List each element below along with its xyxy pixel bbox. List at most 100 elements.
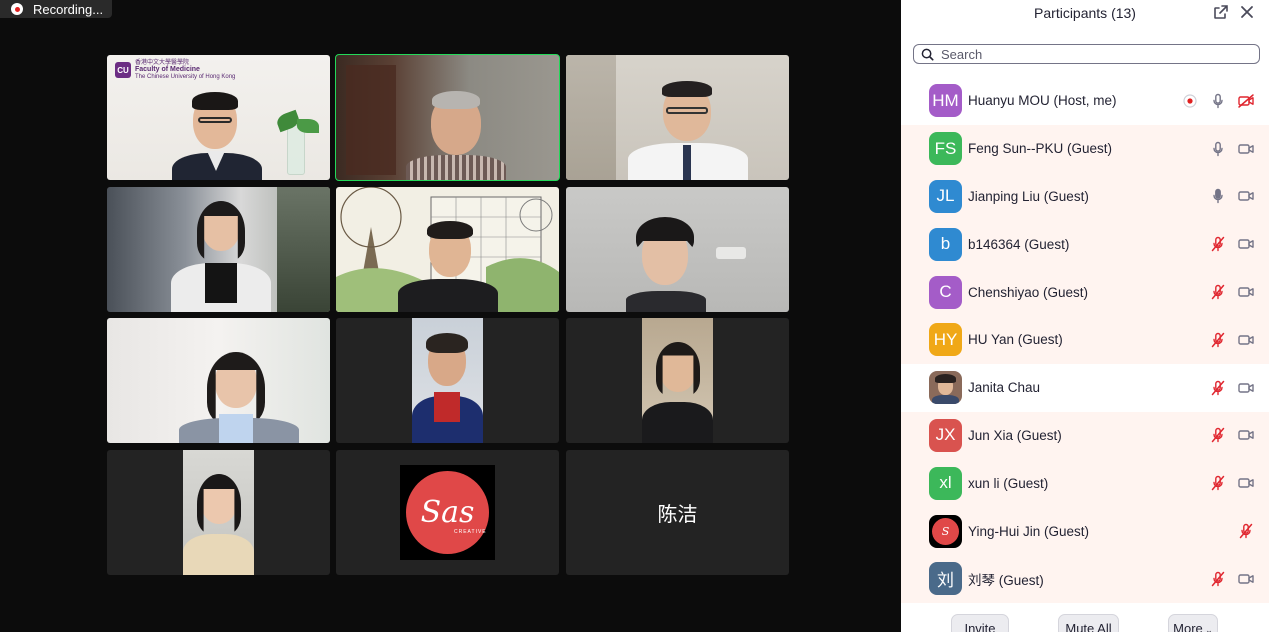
participant-row[interactable]: S Ying-Hui Jin (Guest) [901,507,1269,555]
avatar-initials: HY [933,329,958,349]
invite-button[interactable]: Invite [951,614,1009,632]
camera-off-icon[interactable] [1237,92,1255,110]
avatar: xl [929,466,962,500]
avatar: b [929,227,962,261]
mic-muted-icon[interactable] [1209,283,1227,301]
video-tile[interactable] [336,187,559,312]
participant-row[interactable]: 刘刘琴 (Guest) [901,554,1269,603]
participant-name: Jianping Liu (Guest) [968,188,1089,204]
participant-row[interactable]: FS Feng Sun--PKU (Guest) [901,124,1269,173]
participant-name: Jun Xia (Guest) [968,427,1062,443]
recording-status-icon [1183,94,1197,108]
microphone-icon[interactable] [1209,92,1227,110]
participant-display-name: 陈洁 [657,504,698,526]
microphone-icon[interactable] [1209,140,1227,158]
avatar-initials: FS [934,138,957,158]
avatar-initials: b [940,234,951,254]
camera-icon[interactable] [1237,140,1255,158]
avatar-initials: 刘 [937,571,954,591]
video-gallery: Recording... CU 香港中文大學醫學院 Faculty of Med… [0,0,901,632]
participant-name: Janita Chau [968,380,1041,396]
portrait-video [183,450,254,575]
chevron-down-icon: ⌄ [1202,625,1213,632]
search-icon [921,48,934,61]
avatar-logo: S [929,514,962,548]
mic-muted-icon[interactable] [1209,235,1227,253]
participant-name: Ying-Hui Jin (Guest) [968,523,1090,539]
camera-icon[interactable] [1237,331,1255,349]
participant-name: Chenshiyao (Guest) [968,284,1089,300]
avatar: FS [929,132,962,166]
participant-row[interactable]: C Chenshiyao (Guest) [901,268,1269,316]
popout-icon[interactable] [1213,4,1229,20]
video-tile[interactable] [566,55,789,180]
video-tile[interactable] [107,450,330,575]
more-label: More [1173,621,1203,632]
mic-muted-icon[interactable] [1209,426,1227,444]
cu-badge: CU [115,62,131,78]
avatar-initials: JL [936,186,955,206]
avatar-photo [929,371,962,405]
avatar: HM [929,84,962,118]
video-tile-logo[interactable]: Sas CREATIVE [336,450,559,575]
camera-icon[interactable] [1237,474,1255,492]
video-tile[interactable] [336,318,559,443]
video-tile[interactable] [566,318,789,443]
recording-label: Recording... [33,1,104,17]
camera-icon[interactable] [1237,283,1255,301]
camera-icon[interactable] [1237,570,1255,588]
participant-row[interactable]: JX Jun Xia (Guest) [901,411,1269,460]
logo-line-3: The Chinese University of Hong Kong [135,73,236,80]
portrait-video [412,318,483,443]
participant-row[interactable]: HM Huanyu MOU (Host, me) [901,77,1269,125]
video-tile-active-speaker[interactable] [335,54,560,181]
portrait-video [642,318,713,443]
participant-row[interactable]: Janita Chau [901,364,1269,412]
participant-row[interactable]: HY HU Yan (Guest) [901,315,1269,364]
participant-row[interactable]: xl xun li (Guest) [901,459,1269,508]
video-tile[interactable] [566,187,789,312]
mic-muted-icon[interactable] [1209,474,1227,492]
search-field[interactable] [913,44,1260,64]
avatar-initials: xl [939,473,952,493]
camera-icon[interactable] [1237,187,1255,205]
mic-muted-icon[interactable] [1209,570,1227,588]
avatar: JL [929,179,962,213]
camera-icon[interactable] [1237,235,1255,253]
participant-row[interactable]: b b146364 (Guest) [901,220,1269,269]
close-icon[interactable] [1239,4,1255,20]
logo-line-2: Faculty of Medicine [135,66,200,74]
avatar: C [929,275,962,309]
avatar-initials: HM [932,90,959,110]
recording-indicator[interactable]: Recording... [0,0,112,18]
avatar: JX [929,418,962,452]
panel-footer: Invite Mute All More ⌄ [901,603,1269,632]
participant-list: HM Huanyu MOU (Host, me) FS Feng Sun--PKU (… [901,77,1269,603]
search-input[interactable] [941,46,1241,62]
participant-name: b146364 (Guest) [968,236,1070,252]
sas-logo-text: Sas [420,495,475,530]
video-tile-name-only[interactable]: 陈洁 [566,450,789,575]
mute-all-button[interactable]: Mute All [1058,614,1119,632]
video-tile[interactable]: CU 香港中文大學醫學院 Faculty of Medicine The Chi… [107,55,330,180]
participant-row[interactable]: JL Jianping Liu (Guest) [901,172,1269,221]
sas-creative-logo: Sas CREATIVE [400,465,495,560]
camera-icon[interactable] [1237,379,1255,397]
recording-dot-icon [11,3,23,15]
panel-header: Participants (13) [901,0,1269,28]
participant-name: 刘琴 (Guest) [968,572,1044,588]
mic-muted-icon[interactable] [1209,379,1227,397]
more-button[interactable]: More ⌄ [1168,614,1218,632]
video-tile[interactable] [107,187,330,312]
mic-muted-icon[interactable] [1237,522,1255,540]
logo-line-1: 香港中文大學醫學院 [135,59,190,66]
video-tile[interactable] [107,318,330,443]
participant-name: Huanyu MOU (Host, me) [968,93,1117,109]
participant-name: Feng Sun--PKU (Guest) [968,141,1113,157]
avatar: 刘 [929,562,962,596]
mic-muted-icon[interactable] [1209,331,1227,349]
avatar: HY [929,323,962,357]
camera-icon[interactable] [1237,426,1255,444]
microphone-icon[interactable] [1209,187,1227,205]
participants-panel: Participants (13) HM Huanyu MOU (Host, me… [901,0,1269,632]
